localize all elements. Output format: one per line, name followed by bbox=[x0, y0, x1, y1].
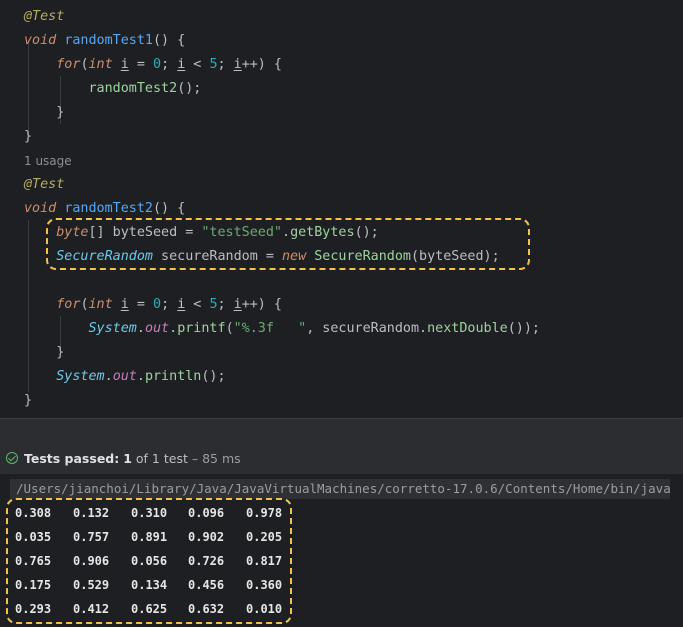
code-token: println bbox=[144, 369, 202, 384]
code-token: out bbox=[144, 321, 170, 336]
code-token: 5 bbox=[209, 297, 218, 312]
code-line: } bbox=[24, 125, 32, 149]
code-token: . bbox=[104, 369, 113, 384]
code-token: 5 bbox=[209, 57, 218, 72]
code-token: randomTest2 bbox=[88, 81, 178, 96]
code-line: @Test bbox=[24, 5, 64, 29]
test-status-bar: Tests passed: 1 of 1 test – 85 ms bbox=[0, 444, 683, 474]
code-token: i bbox=[233, 57, 242, 72]
code-token: (); bbox=[177, 81, 202, 96]
code-line: } bbox=[24, 389, 32, 413]
code-token: System bbox=[88, 321, 137, 336]
code-token: int bbox=[88, 297, 113, 312]
code-line: for(int i = 0; i < 5; i++) { bbox=[24, 53, 282, 77]
usage-hint: 1 usage bbox=[24, 149, 72, 173]
code-token: out bbox=[112, 369, 137, 384]
code-token: nextDouble bbox=[427, 321, 508, 336]
code-token: i bbox=[233, 297, 242, 312]
code-token: } bbox=[24, 129, 33, 144]
code-token: . bbox=[136, 369, 145, 384]
code-token: ; bbox=[161, 57, 178, 72]
code-token: ( bbox=[80, 57, 89, 72]
code-token: = bbox=[128, 297, 153, 312]
code-token: } bbox=[24, 393, 33, 408]
output-highlight-box bbox=[6, 498, 292, 624]
code-token: ()); bbox=[507, 321, 540, 336]
code-token: ; bbox=[217, 57, 234, 72]
run-console[interactable]: /Users/jianchoi/Library/Java/JavaVirtual… bbox=[0, 474, 683, 627]
code-token: i bbox=[120, 297, 129, 312]
code-line: } bbox=[24, 101, 64, 125]
code-token: () { bbox=[153, 201, 186, 216]
code-token: . bbox=[169, 321, 178, 336]
code-token: } bbox=[24, 345, 65, 360]
code-token: } bbox=[24, 105, 65, 120]
java-command-path[interactable]: /Users/jianchoi/Library/Java/JavaVirtual… bbox=[10, 479, 670, 499]
code-token: "%.3f " bbox=[233, 321, 307, 336]
tests-passed-label: Tests passed: bbox=[24, 451, 120, 466]
code-token: void bbox=[24, 33, 57, 48]
tests-total: of 1 test bbox=[131, 451, 188, 466]
code-token: ++) { bbox=[241, 297, 282, 312]
code-line: @Test bbox=[24, 173, 64, 197]
code-token: < bbox=[185, 57, 210, 72]
code-token: () { bbox=[153, 33, 186, 48]
code-line: System.out.printf("%.3f ", secureRandom.… bbox=[24, 317, 541, 341]
code-token: i bbox=[120, 57, 129, 72]
usage-count[interactable]: 1 usage bbox=[24, 154, 72, 168]
code-editor[interactable]: @Test void randomTest1() { for(int i = 0;… bbox=[0, 0, 683, 418]
test-status-text: Tests passed: 1 of 1 test – 85 ms bbox=[24, 444, 241, 474]
code-token: ++) { bbox=[241, 57, 282, 72]
code-token: ( bbox=[80, 297, 89, 312]
code-token: . bbox=[136, 321, 145, 336]
code-token: , secureRandom. bbox=[306, 321, 428, 336]
code-line: System.out.println(); bbox=[24, 365, 226, 389]
code-token: ; bbox=[217, 297, 234, 312]
code-token: < bbox=[185, 297, 210, 312]
code-token: = bbox=[128, 57, 153, 72]
code-token: @Test bbox=[24, 9, 65, 24]
tests-duration: – 85 ms bbox=[187, 451, 241, 466]
check-circle-icon bbox=[6, 452, 18, 464]
code-line: } bbox=[24, 341, 64, 365]
code-token: randomTest2 bbox=[64, 201, 153, 216]
code-token: ( bbox=[225, 321, 234, 336]
seed-highlight-box bbox=[46, 218, 530, 270]
code-token: printf bbox=[177, 321, 226, 336]
tests-passed-count: 1 bbox=[123, 451, 132, 466]
code-line: for(int i = 0; i < 5; i++) { bbox=[24, 293, 282, 317]
code-token: for bbox=[56, 57, 81, 72]
code-token: (); bbox=[201, 369, 226, 384]
code-line: void randomTest1() { bbox=[24, 29, 185, 53]
code-token: System bbox=[56, 369, 105, 384]
code-token: ; bbox=[161, 297, 178, 312]
code-token: randomTest1 bbox=[64, 33, 153, 48]
code-token: for bbox=[56, 297, 81, 312]
panel-divider[interactable] bbox=[0, 418, 683, 444]
code-token: 0 bbox=[153, 297, 162, 312]
code-token: @Test bbox=[24, 177, 65, 192]
code-token: 0 bbox=[153, 57, 162, 72]
code-token: int bbox=[88, 57, 113, 72]
code-line: randomTest2(); bbox=[24, 77, 202, 101]
code-token: void bbox=[24, 201, 57, 216]
